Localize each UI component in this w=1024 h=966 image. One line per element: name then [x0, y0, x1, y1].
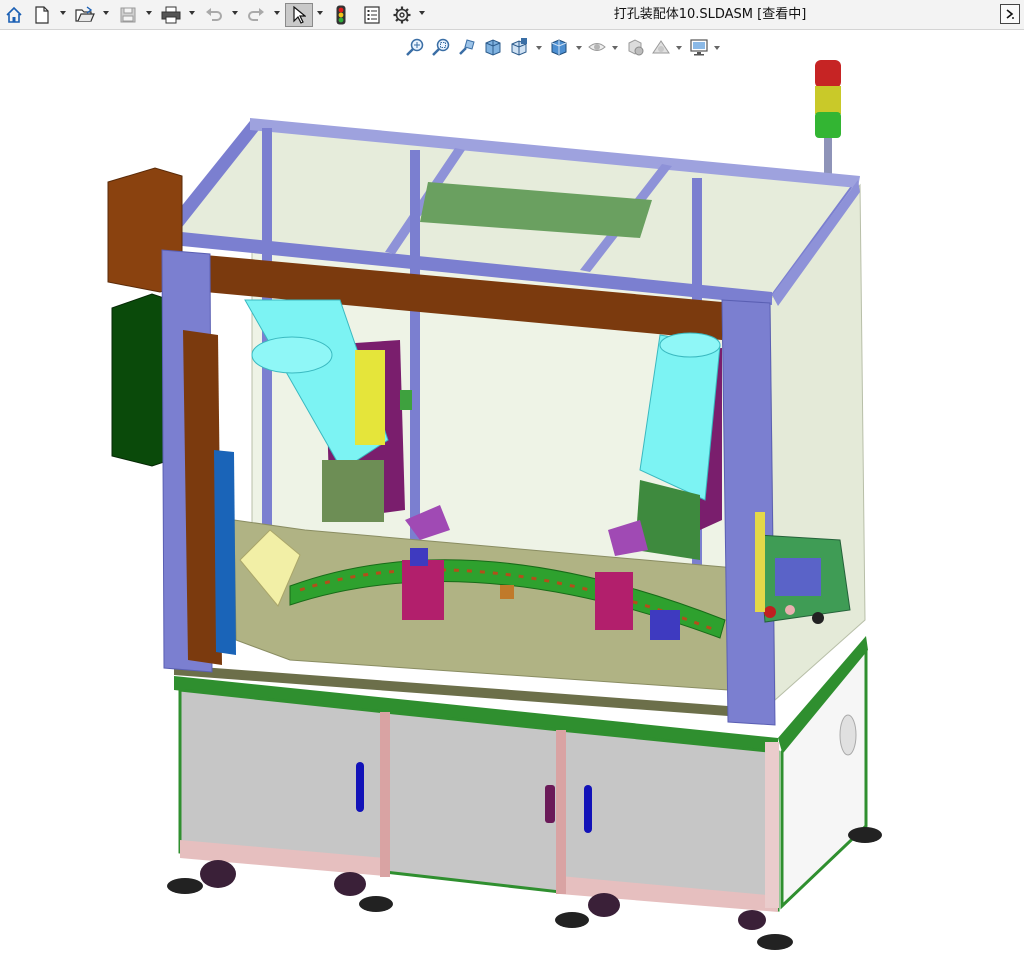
open-button[interactable]: [72, 3, 98, 27]
electrical-cabinet: [111, 293, 171, 467]
file-properties-icon: [364, 6, 380, 24]
options-gear-icon: [393, 6, 411, 24]
options-dropdown-caret[interactable]: [419, 11, 425, 15]
select-icon: [293, 6, 306, 24]
file-properties-button[interactable]: [360, 3, 384, 27]
left-blue-rail: [214, 450, 236, 655]
save-dropdown-caret[interactable]: [146, 11, 152, 15]
print-dropdown-caret[interactable]: [189, 11, 195, 15]
traffic-light-icon: [336, 5, 346, 25]
redo-icon: [248, 8, 264, 21]
document-title: 打孔装配体10.SLDASM [查看中]: [613, 7, 807, 22]
new-document-button[interactable]: [30, 3, 54, 27]
new-document-icon: [35, 6, 49, 24]
expand-button[interactable]: [1000, 4, 1020, 24]
select-dropdown-caret[interactable]: [317, 11, 323, 15]
undo-dropdown-caret[interactable]: [232, 11, 238, 15]
open-dropdown-caret[interactable]: [103, 11, 109, 15]
print-icon: [161, 6, 181, 24]
save-icon: [120, 7, 136, 23]
undo-icon: [206, 8, 222, 21]
redo-button[interactable]: [244, 3, 268, 27]
assembly-model-view: [107, 60, 882, 950]
right-fixture: [595, 572, 633, 630]
new-dropdown-caret[interactable]: [60, 11, 66, 15]
front-right-post: [721, 299, 776, 726]
graphics-area[interactable]: [0, 30, 1024, 962]
select-button[interactable]: [285, 3, 313, 27]
home-button[interactable]: [2, 3, 26, 27]
expand-arrow-icon: [1006, 9, 1014, 19]
door-handle-right: [584, 785, 592, 833]
home-icon: [6, 6, 22, 23]
door-handle-left: [356, 762, 364, 812]
left-fixture: [402, 560, 444, 620]
save-button[interactable]: [116, 3, 140, 27]
title-bar: 打孔装配体10.SLDASM [查看中]: [0, 0, 1024, 30]
open-icon: [75, 6, 95, 22]
status-light-tower: [815, 60, 841, 190]
back-post-mid: [410, 150, 420, 550]
undo-button[interactable]: [202, 3, 226, 27]
redo-dropdown-caret[interactable]: [274, 11, 280, 15]
print-button[interactable]: [158, 3, 184, 27]
rebuild-button[interactable]: [330, 3, 352, 27]
door-handle-middle: [545, 785, 555, 823]
options-button[interactable]: [390, 3, 414, 27]
